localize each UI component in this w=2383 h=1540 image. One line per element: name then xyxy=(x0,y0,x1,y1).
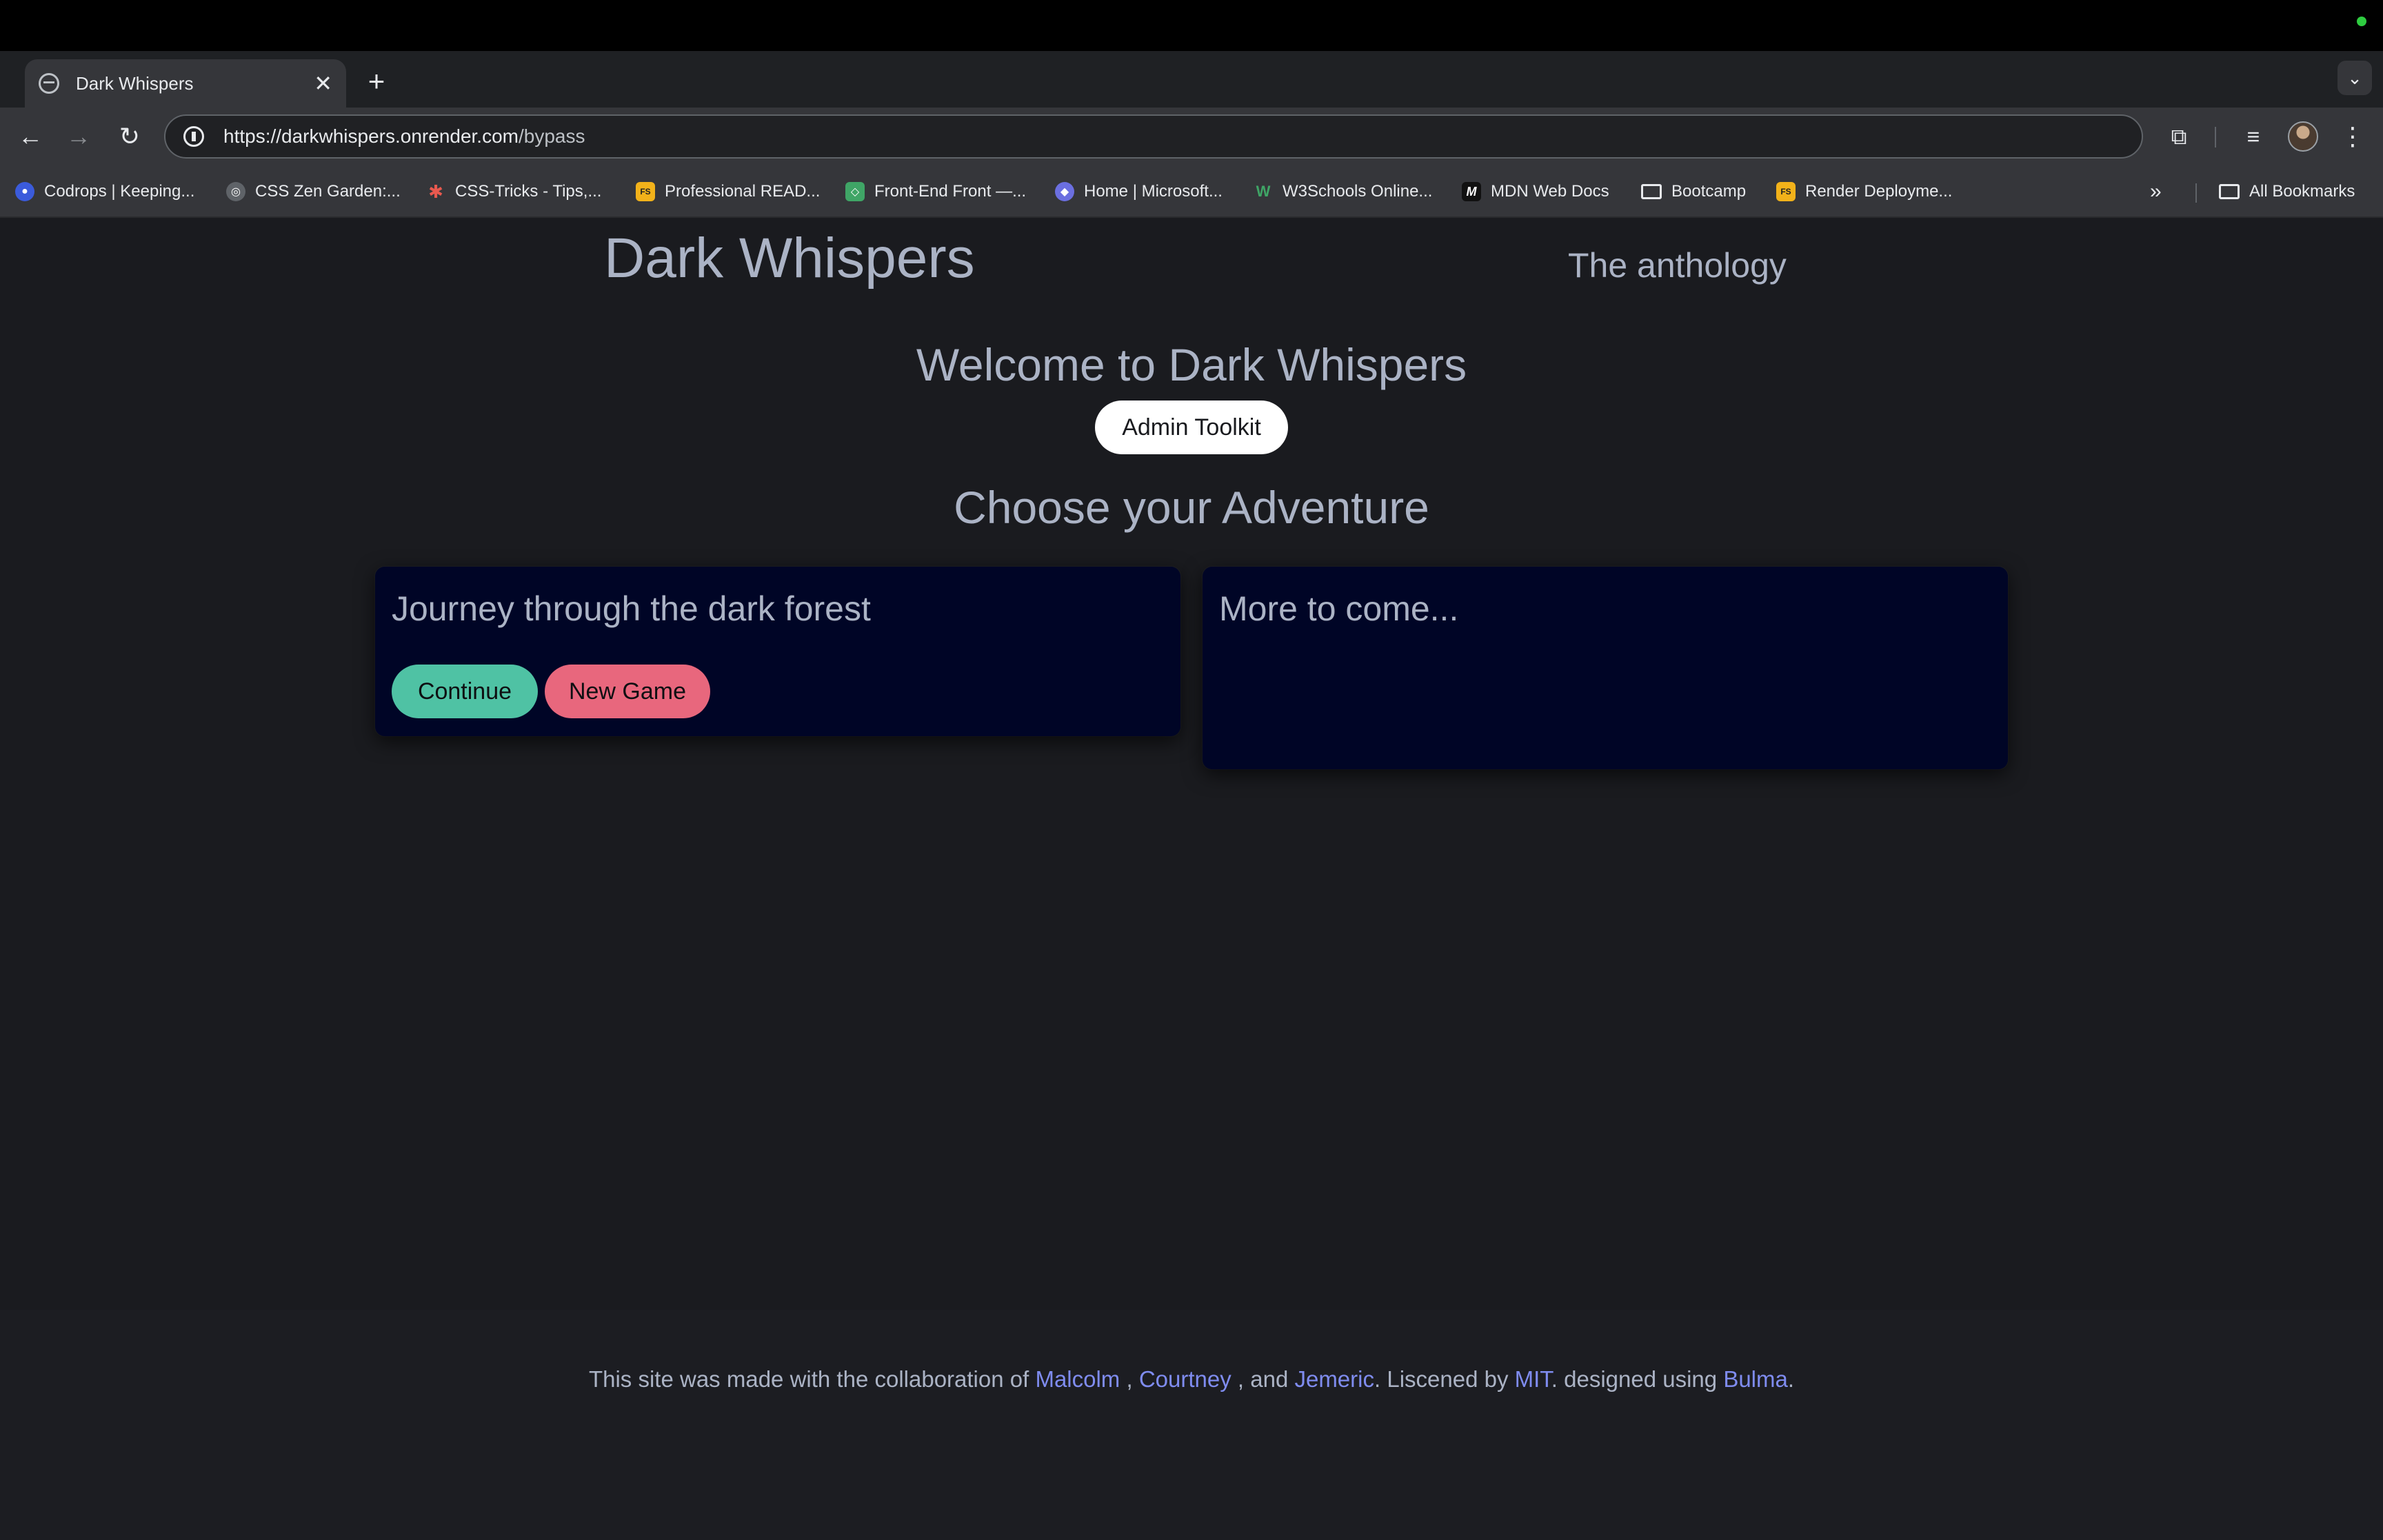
url-text: https://darkwhispers.onrender.com/bypass xyxy=(223,125,585,148)
page-content: Dark Whispers The anthology Welcome to D… xyxy=(0,218,2383,1540)
bookmark-label: Bootcamp xyxy=(1671,182,1747,201)
profile-avatar[interactable] xyxy=(2288,121,2318,152)
footer-link-jemeric[interactable]: Jemeric xyxy=(1294,1366,1374,1392)
tab-strip: Dark Whispers ✕ + ⌄ xyxy=(0,51,2383,108)
footer-text-part: . Liscened by xyxy=(1374,1366,1515,1392)
chevron-down-icon: ⌄ xyxy=(2347,68,2362,88)
extensions-button[interactable]: ⧉ xyxy=(2162,120,2195,153)
fs-icon: FS xyxy=(1776,182,1796,201)
url-host: https://darkwhispers.onrender.com xyxy=(223,125,519,147)
bookmark-item[interactable]: ● Codrops | Keeping... xyxy=(15,178,194,205)
footer-text-part: , and xyxy=(1231,1366,1295,1392)
w3schools-icon: W xyxy=(1256,183,1271,200)
adventure-card-dark-forest: Journey through the dark forest Continue… xyxy=(375,567,1180,736)
footer-text: This site was made with the collaboratio… xyxy=(0,1366,2383,1392)
site-info-icon[interactable] xyxy=(183,126,204,147)
forward-button[interactable]: → xyxy=(62,120,95,153)
welcome-heading: Welcome to Dark Whispers xyxy=(916,339,1467,390)
toolbar-divider xyxy=(2215,127,2216,148)
bookmark-label: CSS-Tricks - Tips,... xyxy=(455,182,602,201)
asterisk-icon: ✱ xyxy=(428,181,443,202)
close-icon[interactable]: ✕ xyxy=(314,72,332,94)
browser-toolbar: ← → ↻ https://darkwhispers.onrender.com/… xyxy=(0,108,2383,165)
adventure-card-coming-soon: More to come... xyxy=(1203,567,2008,769)
new-game-button[interactable]: New Game xyxy=(545,665,710,718)
bookmark-label: Home | Microsoft... xyxy=(1084,182,1223,201)
reload-button[interactable]: ↻ xyxy=(113,120,146,153)
bookmark-item[interactable]: ◇ Front-End Front —... xyxy=(845,178,1026,205)
arrow-left-icon: ← xyxy=(18,122,43,150)
card-title: Journey through the dark forest xyxy=(392,589,871,628)
back-button[interactable]: ← xyxy=(14,120,47,153)
browser-menu-button[interactable]: ⋮ xyxy=(2336,120,2369,153)
bookmark-item[interactable]: ◎ CSS Zen Garden:... xyxy=(226,178,401,205)
footer-link-courtney[interactable]: Courtney xyxy=(1139,1366,1231,1392)
folder-icon xyxy=(1641,184,1662,199)
footer-text-part: . designed using xyxy=(1551,1366,1724,1392)
browser-tab[interactable]: Dark Whispers ✕ xyxy=(25,59,346,108)
footer-text-part: . xyxy=(1787,1366,1795,1392)
globe-icon: ◎ xyxy=(226,182,245,201)
bookmark-folder[interactable]: Bootcamp xyxy=(1641,178,1746,205)
site-subtitle: The anthology xyxy=(1568,246,1787,285)
new-tab-button[interactable]: + xyxy=(361,66,392,97)
fs-icon: FS xyxy=(636,182,655,201)
footer-text-part: , xyxy=(1120,1366,1139,1392)
puzzle-icon: ⧉ xyxy=(2171,124,2187,149)
url-path: /bypass xyxy=(518,125,585,147)
bookmark-label: Professional READ... xyxy=(665,182,821,201)
footer-link-mit[interactable]: MIT xyxy=(1515,1366,1551,1392)
address-bar[interactable]: https://darkwhispers.onrender.com/bypass xyxy=(164,114,2143,159)
bookmark-item[interactable]: M MDN Web Docs xyxy=(1462,178,1609,205)
microsoft-icon: ◆ xyxy=(1055,182,1074,201)
media-queue-icon: ≡ xyxy=(2246,124,2260,149)
folder-icon xyxy=(2219,184,2240,199)
footer-link-bulma[interactable]: Bulma xyxy=(1723,1366,1788,1392)
bookmark-label: W3Schools Online... xyxy=(1283,182,1433,201)
tab-title: Dark Whispers xyxy=(76,72,194,94)
more-bookmarks-button[interactable]: » xyxy=(2150,178,2162,205)
bookmarks-divider xyxy=(2195,183,2197,203)
all-bookmarks-button[interactable]: All Bookmarks xyxy=(2219,178,2355,205)
bookmark-label: Render Deployme... xyxy=(1805,182,1953,201)
bookmark-item[interactable]: FS Render Deployme... xyxy=(1776,178,1952,205)
arrow-right-icon: → xyxy=(66,122,91,150)
bookmark-item[interactable]: ✱ CSS-Tricks - Tips,... xyxy=(426,178,601,205)
globe-icon xyxy=(39,73,59,94)
bookmark-item[interactable]: W W3Schools Online... xyxy=(1254,178,1433,205)
os-menu-bar xyxy=(0,0,2383,51)
footer: This site was made with the collaboratio… xyxy=(0,1310,2383,1540)
media-controls-button[interactable]: ≡ xyxy=(2237,120,2270,153)
status-dot xyxy=(2357,17,2366,26)
codrops-icon: ● xyxy=(15,182,34,201)
site-title: Dark Whispers xyxy=(604,227,975,290)
reload-icon: ↻ xyxy=(119,122,141,150)
footer-link-malcolm[interactable]: Malcolm xyxy=(1035,1366,1120,1392)
bookmark-label: MDN Web Docs xyxy=(1491,182,1609,201)
kebab-menu-icon: ⋮ xyxy=(2340,122,2365,150)
front-end-front-icon: ◇ xyxy=(845,182,865,201)
bookmark-item[interactable]: ◆ Home | Microsoft... xyxy=(1055,178,1223,205)
tab-search-button[interactable]: ⌄ xyxy=(2337,61,2372,95)
mdn-icon: M xyxy=(1462,182,1481,201)
admin-toolkit-button[interactable]: Admin Toolkit xyxy=(1095,401,1288,454)
choose-adventure-heading: Choose your Adventure xyxy=(954,482,1429,533)
bookmark-label: Front-End Front —... xyxy=(874,182,1027,201)
card-title: More to come... xyxy=(1219,589,1459,628)
bookmark-label: All Bookmarks xyxy=(2249,182,2355,201)
bookmark-label: CSS Zen Garden:... xyxy=(255,182,401,201)
bookmark-item[interactable]: FS Professional READ... xyxy=(636,178,820,205)
footer-text-part: This site was made with the collaboratio… xyxy=(588,1366,1036,1392)
bookmarks-bar: ● Codrops | Keeping... ◎ CSS Zen Garden:… xyxy=(0,165,2383,218)
continue-button[interactable]: Continue xyxy=(392,665,538,718)
bookmark-label: Codrops | Keeping... xyxy=(44,182,195,201)
